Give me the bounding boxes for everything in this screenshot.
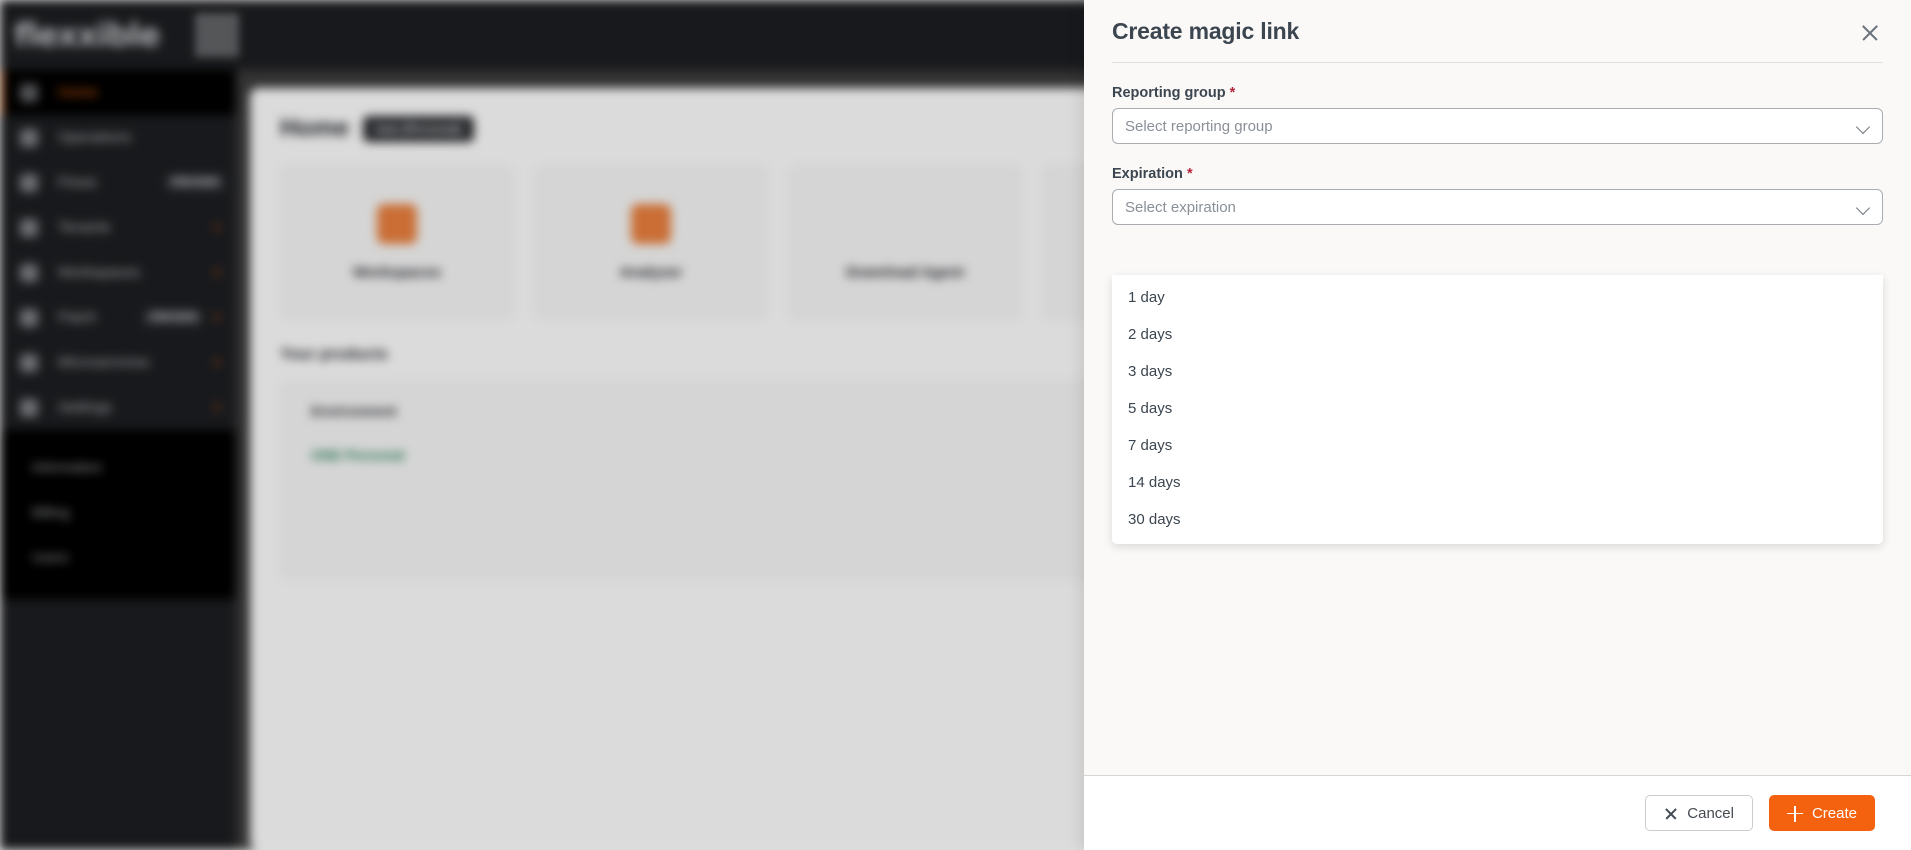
panel-title: Create magic link [1112, 18, 1300, 44]
reporting-group-select[interactable]: Select reporting group [1112, 108, 1883, 144]
label-reporting-group: Reporting group * [1112, 85, 1883, 101]
panel-footer: Cancel Create [1084, 775, 1911, 850]
close-icon[interactable] [1857, 20, 1883, 46]
expiration-option[interactable]: 7 days [1112, 427, 1883, 464]
expiration-option[interactable]: 5 days [1112, 390, 1883, 427]
cancel-button[interactable]: Cancel [1645, 795, 1753, 831]
label-text: Reporting group [1112, 85, 1226, 101]
expiration-select[interactable]: Select expiration [1112, 189, 1883, 225]
create-magic-link-panel: Create magic link Reporting group * Sele… [1084, 0, 1911, 850]
label-expiration: Expiration * [1112, 166, 1883, 182]
chevron-down-icon [1857, 201, 1870, 214]
expiration-placeholder: Select expiration [1125, 198, 1236, 216]
create-button-label: Create [1811, 804, 1857, 822]
close-icon [1664, 807, 1677, 820]
plus-icon [1786, 805, 1803, 822]
modal-dim-overlay[interactable] [0, 0, 1084, 850]
chevron-down-icon [1857, 120, 1870, 133]
expiration-option[interactable]: 30 days [1112, 501, 1883, 538]
expiration-options-list: 1 day 2 days 3 days 5 days 7 days 14 day… [1112, 275, 1883, 544]
field-expiration: Expiration * Select expiration [1112, 166, 1883, 225]
expiration-option[interactable]: 1 day [1112, 279, 1883, 316]
create-button[interactable]: Create [1768, 795, 1875, 831]
reporting-group-placeholder: Select reporting group [1125, 117, 1273, 135]
panel-header: Create magic link [1084, 0, 1911, 46]
expiration-option[interactable]: 3 days [1112, 353, 1883, 390]
expiration-option[interactable]: 2 days [1112, 316, 1883, 353]
required-marker: * [1229, 85, 1236, 101]
field-reporting-group: Reporting group * Select reporting group [1112, 85, 1883, 144]
panel-body: Reporting group * Select reporting group… [1084, 63, 1911, 775]
cancel-button-label: Cancel [1687, 804, 1734, 822]
label-text: Expiration [1112, 166, 1183, 182]
required-marker: * [1186, 166, 1193, 182]
expiration-option[interactable]: 14 days [1112, 464, 1883, 501]
